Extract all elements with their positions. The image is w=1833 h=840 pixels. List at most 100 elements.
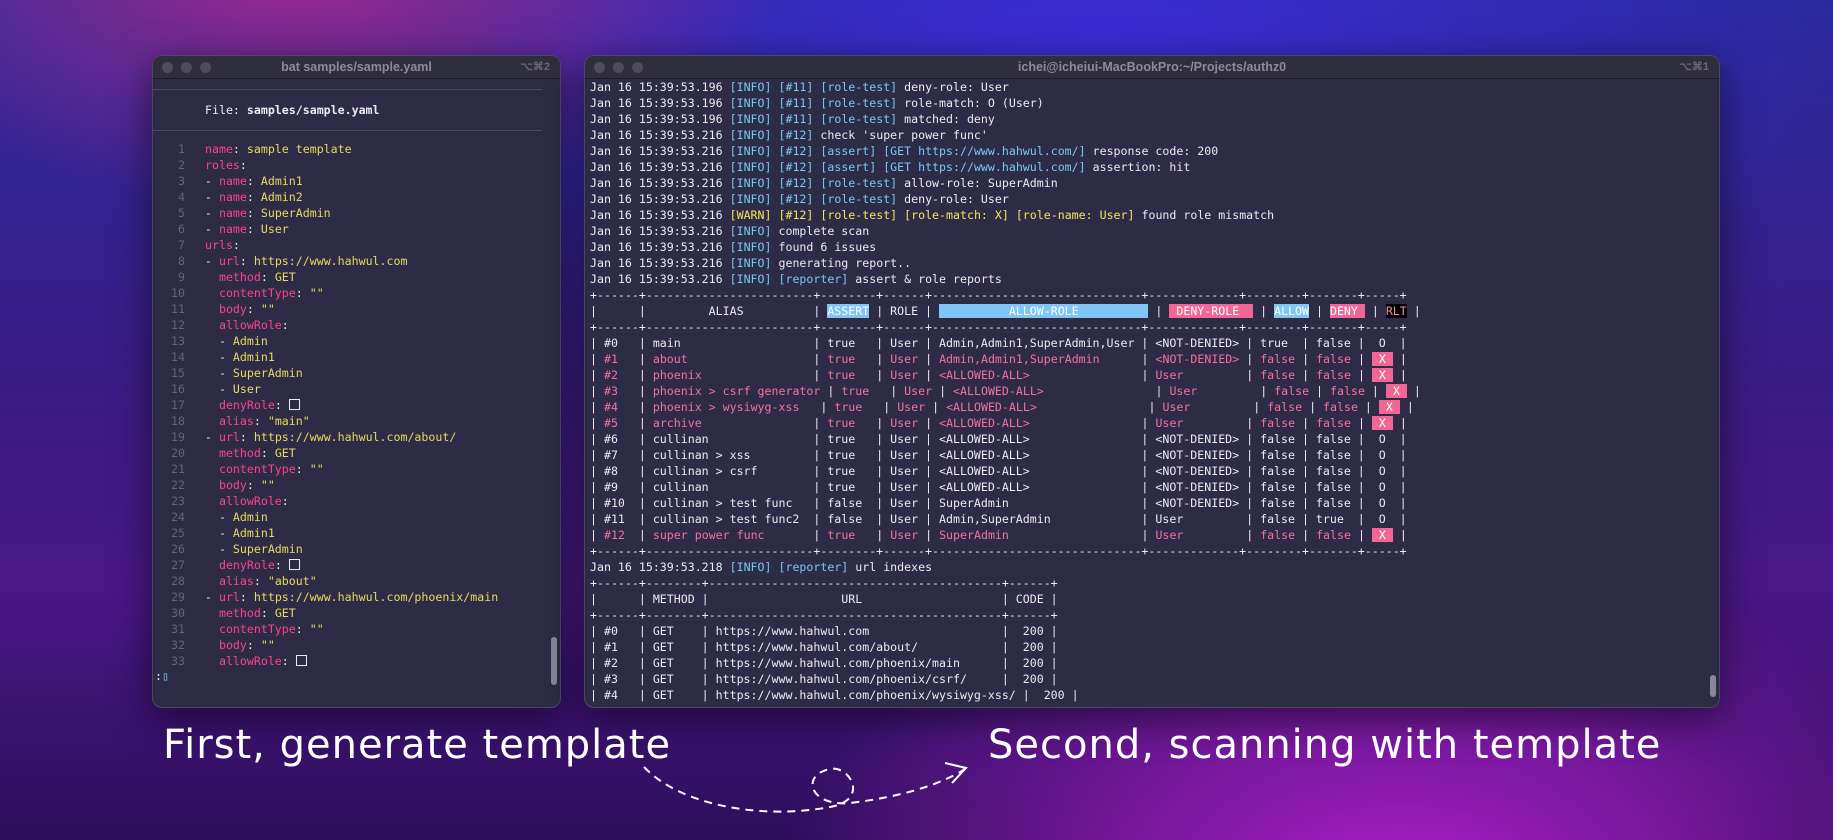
log-token: +------+--------+-----------------------… — [590, 576, 1058, 590]
log-line: +------+--------+-----------------------… — [590, 575, 1719, 591]
log-line: Jan 16 15:39:53.216 [INFO] [#12] [role-t… — [590, 191, 1719, 207]
yaml-line: 33 allowRole: — [153, 653, 560, 669]
log-token: | #11 | cullinan > test func2 | false | … — [590, 512, 1407, 526]
line-number: 23 — [171, 494, 185, 508]
log-token: [INFO] — [729, 560, 772, 574]
log-token: SuperAdmin — [939, 528, 1135, 542]
yaml-token: alias — [205, 574, 254, 588]
caption-second: Second, scanning with template — [988, 722, 1662, 768]
authz0-terminal-window[interactable]: ichei@icheiui-MacBookPro:~/Projects/auth… — [584, 55, 1720, 708]
close-button[interactable] — [162, 62, 173, 73]
log-token: | — [1406, 384, 1421, 398]
yaml-token: : — [232, 142, 247, 156]
minimize-button[interactable] — [613, 62, 624, 73]
log-token: [reporter] — [778, 560, 849, 574]
line-number: 32 — [171, 638, 185, 652]
close-button[interactable] — [594, 62, 605, 73]
line-number: 33 — [171, 654, 185, 668]
log-token: | — [806, 352, 828, 366]
yaml-token: User — [232, 382, 261, 396]
log-token: false — [1330, 384, 1365, 398]
log-token: phoenix — [652, 368, 807, 382]
yaml-token: Admin2 — [260, 190, 303, 204]
log-token: check 'super power func' — [813, 128, 988, 142]
yaml-line: 27 denyRole: — [153, 557, 560, 573]
log-token: #1 — [603, 352, 618, 366]
line-number: 30 — [171, 606, 185, 620]
zoom-button[interactable] — [632, 62, 643, 73]
log-token: User — [1155, 416, 1240, 430]
yaml-line: 12 allowRole: — [153, 317, 560, 333]
yaml-token: : — [274, 558, 289, 572]
log-token: | — [1309, 384, 1331, 398]
log-token: [#12] — [778, 208, 814, 222]
log-token: | | METHOD | URL | CODE | — [590, 592, 1058, 606]
scrollbar[interactable] — [1710, 675, 1716, 697]
log-token: [INFO] — [729, 96, 772, 110]
yaml-token: User — [260, 222, 289, 236]
log-token: | — [590, 368, 604, 382]
log-token: | — [1134, 368, 1156, 382]
minimize-button[interactable] — [181, 62, 192, 73]
line-number: 15 — [171, 366, 185, 380]
line-number: 18 — [171, 414, 185, 428]
line-number: 1 — [178, 142, 185, 156]
log-token: | — [590, 528, 604, 542]
log-token: [INFO] — [729, 144, 772, 158]
yaml-token: Admin1 — [232, 350, 275, 364]
log-token: User — [890, 352, 919, 366]
yaml-token: : — [253, 414, 268, 428]
log-token: Jan 16 15:39:53.216 — [590, 128, 730, 142]
yaml-token: allowRole — [205, 654, 282, 668]
log-token: #3 — [603, 384, 618, 398]
yaml-token: contentType — [205, 286, 296, 300]
log-token: | — [590, 384, 604, 398]
prompt-text: : — [155, 669, 162, 683]
scrollbar[interactable] — [551, 637, 557, 685]
bat-output[interactable]: File: samples/sample.yaml 1 name: sample … — [153, 79, 560, 707]
yaml-line: 8 - url: https://www.hahwul.com — [153, 253, 560, 269]
log-token: X — [1378, 400, 1400, 414]
yaml-token: https://www.hahwul.com — [253, 254, 408, 268]
log-token: super power func — [652, 528, 807, 542]
yaml-token: - — [205, 510, 233, 524]
log-token: Jan 16 15:39:53.216 — [590, 192, 730, 206]
log-token: Jan 16 15:39:53.196 — [590, 80, 730, 94]
log-token: Jan 16 15:39:53.218 — [590, 560, 730, 574]
terminal-output[interactable]: Jan 16 15:39:53.196 [INFO] [#11] [role-t… — [585, 79, 1719, 707]
yaml-token: GET — [274, 270, 296, 284]
log-token: | #8 | cullinan > csrf | true | User | <… — [590, 464, 1407, 478]
log-line: +------+------------------------+-------… — [590, 543, 1719, 559]
log-line: Jan 16 15:39:53.196 [INFO] [#11] [role-t… — [590, 95, 1719, 111]
log-line: +------+------------------------+-------… — [590, 319, 1719, 335]
yaml-token: allowRole — [205, 318, 282, 332]
log-token: #12 — [603, 528, 625, 542]
log-token: DENY-ROLE — [1169, 304, 1254, 318]
yaml-token: body — [205, 638, 247, 652]
log-token: | — [1295, 368, 1317, 382]
log-token: [reporter] — [778, 272, 849, 286]
log-token: | — [590, 352, 604, 366]
right-window-titlebar[interactable]: ichei@icheiui-MacBookPro:~/Projects/auth… — [585, 56, 1719, 79]
log-token: [INFO] — [729, 112, 772, 126]
log-token: false — [1316, 416, 1351, 430]
log-token: | — [1350, 352, 1372, 366]
yaml-token: name — [205, 142, 233, 156]
log-token: | #3 | GET | https://www.hahwul.com/phoe… — [590, 672, 1058, 686]
line-number: 19 — [171, 430, 185, 444]
bat-terminal-window[interactable]: bat samples/sample.yaml ⌥⌘2 File: sample… — [152, 55, 561, 708]
yaml-token: : — [246, 478, 261, 492]
log-token: [INFO] — [729, 128, 772, 142]
zoom-button[interactable] — [200, 62, 211, 73]
log-line: Jan 16 15:39:53.196 [INFO] [#11] [role-t… — [590, 79, 1719, 95]
line-number: 6 — [178, 222, 185, 236]
log-token: [#12] — [778, 144, 814, 158]
line-number: 14 — [171, 350, 185, 364]
log-token: User — [1169, 384, 1254, 398]
log-token: | — [918, 528, 940, 542]
pager-prompt[interactable]: :▯ — [153, 668, 560, 684]
log-token: X — [1371, 352, 1393, 366]
dashed-arrow-icon — [643, 762, 968, 813]
log-token: | — [1309, 304, 1330, 318]
left-window-titlebar[interactable]: bat samples/sample.yaml ⌥⌘2 — [153, 56, 560, 79]
